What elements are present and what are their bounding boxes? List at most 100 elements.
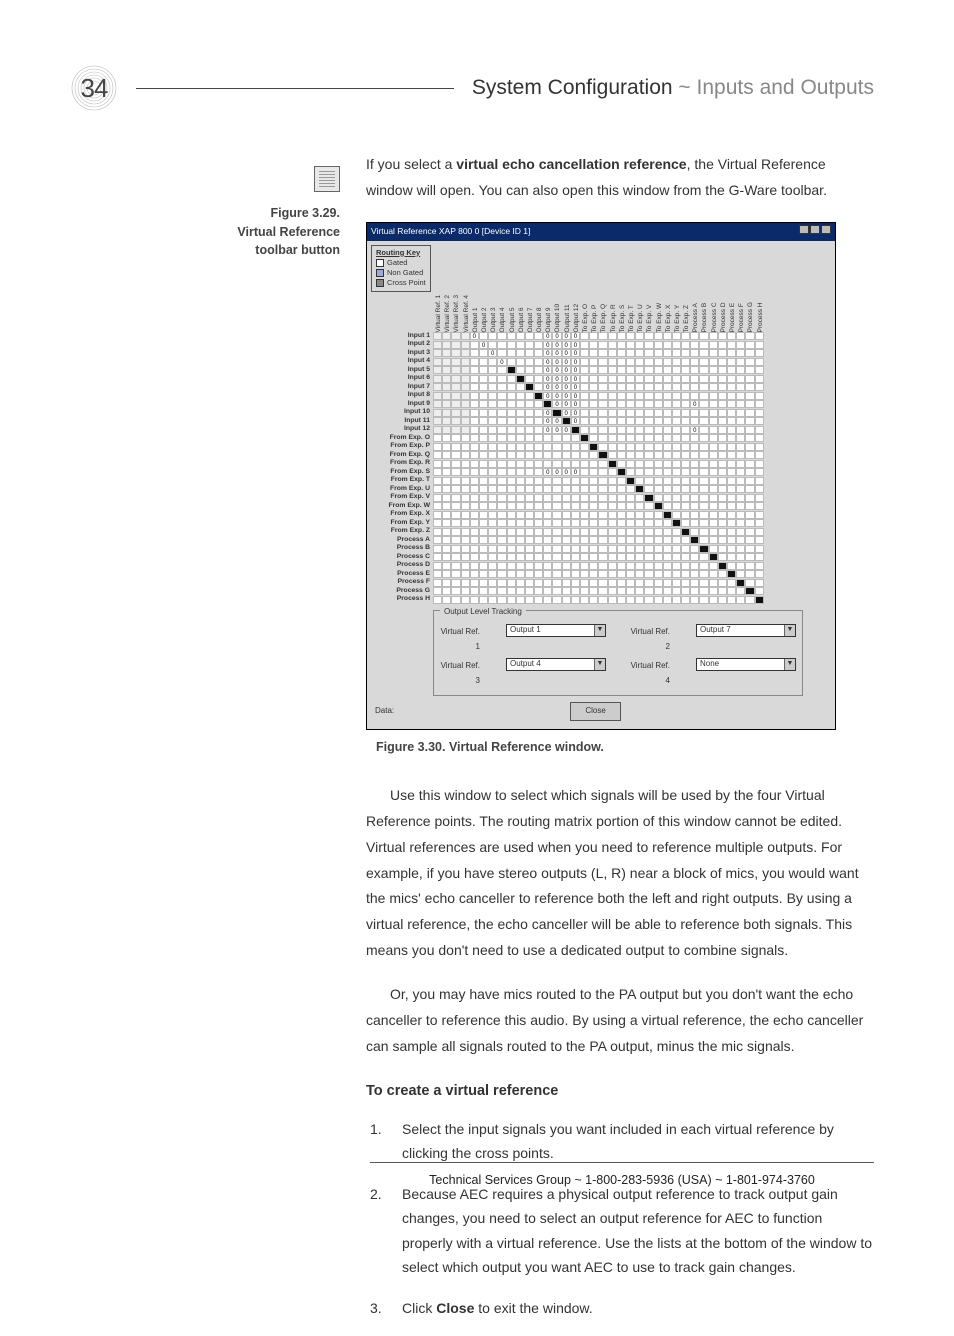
matrix-cell[interactable]: [718, 341, 727, 349]
matrix-cell[interactable]: 0: [690, 400, 699, 408]
matrix-cell[interactable]: 0: [571, 383, 580, 391]
matrix-cell[interactable]: [479, 587, 488, 595]
matrix-cell[interactable]: [461, 545, 470, 553]
matrix-cell[interactable]: [470, 553, 479, 561]
matrix-cell[interactable]: [699, 341, 708, 349]
matrix-cell[interactable]: [681, 358, 690, 366]
matrix-cell[interactable]: [580, 579, 589, 587]
matrix-cell[interactable]: [442, 417, 451, 425]
matrix-cell[interactable]: 0: [543, 417, 552, 425]
matrix-cell[interactable]: [617, 511, 626, 519]
matrix-cell[interactable]: [654, 587, 663, 595]
matrix-cell[interactable]: [442, 451, 451, 459]
matrix-cell[interactable]: [626, 409, 635, 417]
matrix-cell[interactable]: [589, 366, 598, 374]
matrix-cell[interactable]: [654, 366, 663, 374]
matrix-cell[interactable]: [552, 460, 561, 468]
matrix-cell[interactable]: [433, 511, 442, 519]
matrix-cell[interactable]: [745, 417, 754, 425]
matrix-cell[interactable]: 0: [543, 409, 552, 417]
matrix-cell[interactable]: 0: [543, 358, 552, 366]
matrix-cell[interactable]: [617, 358, 626, 366]
matrix-cell[interactable]: [672, 451, 681, 459]
matrix-cell[interactable]: [755, 511, 764, 519]
matrix-cell[interactable]: [644, 366, 653, 374]
matrix-cell[interactable]: [451, 519, 460, 527]
matrix-cell[interactable]: [534, 426, 543, 434]
matrix-cell[interactable]: [598, 375, 607, 383]
matrix-cell[interactable]: [534, 383, 543, 391]
matrix-cell[interactable]: [442, 553, 451, 561]
matrix-cell[interactable]: [461, 434, 470, 442]
matrix-cell[interactable]: [461, 596, 470, 604]
matrix-cell[interactable]: [736, 553, 745, 561]
matrix-cell[interactable]: [507, 443, 516, 451]
matrix-cell[interactable]: [755, 392, 764, 400]
matrix-cell[interactable]: [681, 587, 690, 595]
matrix-cell[interactable]: [755, 434, 764, 442]
matrix-cell[interactable]: [745, 536, 754, 544]
matrix-cell[interactable]: [690, 553, 699, 561]
matrix-cell[interactable]: [745, 511, 754, 519]
matrix-cell[interactable]: [598, 502, 607, 510]
matrix-cell[interactable]: [525, 332, 534, 340]
matrix-cell[interactable]: [617, 366, 626, 374]
matrix-cell[interactable]: [543, 562, 552, 570]
matrix-cell[interactable]: [507, 477, 516, 485]
matrix-cell[interactable]: [644, 545, 653, 553]
matrix-cell[interactable]: [727, 579, 736, 587]
matrix-cell[interactable]: [617, 460, 626, 468]
matrix-cell[interactable]: [718, 460, 727, 468]
matrix-cell[interactable]: [626, 375, 635, 383]
matrix-cell[interactable]: [635, 443, 644, 451]
matrix-cell[interactable]: [745, 443, 754, 451]
matrix-cell[interactable]: [516, 528, 525, 536]
matrix-cell[interactable]: [598, 468, 607, 476]
matrix-cell[interactable]: [690, 443, 699, 451]
matrix-cell[interactable]: [654, 596, 663, 604]
matrix-cell[interactable]: [699, 468, 708, 476]
matrix-cell[interactable]: [497, 562, 506, 570]
matrix-cell[interactable]: [507, 358, 516, 366]
matrix-cell[interactable]: [525, 400, 534, 408]
matrix-cell[interactable]: [690, 451, 699, 459]
matrix-cell[interactable]: [626, 536, 635, 544]
matrix-cell[interactable]: [562, 545, 571, 553]
matrix-cell[interactable]: 0: [552, 392, 561, 400]
matrix-cell[interactable]: [663, 443, 672, 451]
matrix-cell[interactable]: [525, 341, 534, 349]
matrix-cell[interactable]: [442, 460, 451, 468]
matrix-cell[interactable]: 0: [497, 358, 506, 366]
matrix-cell[interactable]: [479, 392, 488, 400]
matrix-cell[interactable]: [617, 443, 626, 451]
matrix-cell[interactable]: [654, 383, 663, 391]
matrix-cell[interactable]: [507, 553, 516, 561]
matrix-cell[interactable]: [635, 570, 644, 578]
matrix-cell[interactable]: [534, 494, 543, 502]
matrix-cell[interactable]: [745, 562, 754, 570]
matrix-cell[interactable]: [626, 553, 635, 561]
matrix-cell[interactable]: [690, 468, 699, 476]
matrix-cell[interactable]: [497, 553, 506, 561]
matrix-cell[interactable]: [699, 528, 708, 536]
matrix-cell[interactable]: [727, 375, 736, 383]
matrix-cell[interactable]: [479, 443, 488, 451]
matrix-cell[interactable]: [626, 511, 635, 519]
matrix-cell[interactable]: [699, 366, 708, 374]
matrix-cell[interactable]: [534, 562, 543, 570]
matrix-cell[interactable]: [497, 451, 506, 459]
matrix-cell[interactable]: [690, 477, 699, 485]
matrix-cell[interactable]: [644, 553, 653, 561]
matrix-cell[interactable]: [488, 409, 497, 417]
matrix-cell[interactable]: [451, 468, 460, 476]
matrix-cell[interactable]: [709, 417, 718, 425]
matrix-cell[interactable]: [699, 511, 708, 519]
matrix-cell[interactable]: [451, 375, 460, 383]
matrix-cell[interactable]: [663, 358, 672, 366]
matrix-cell[interactable]: [635, 426, 644, 434]
matrix-cell[interactable]: [442, 426, 451, 434]
matrix-cell[interactable]: [552, 443, 561, 451]
matrix-cell[interactable]: [635, 417, 644, 425]
matrix-cell[interactable]: [681, 451, 690, 459]
matrix-cell[interactable]: 0: [543, 375, 552, 383]
